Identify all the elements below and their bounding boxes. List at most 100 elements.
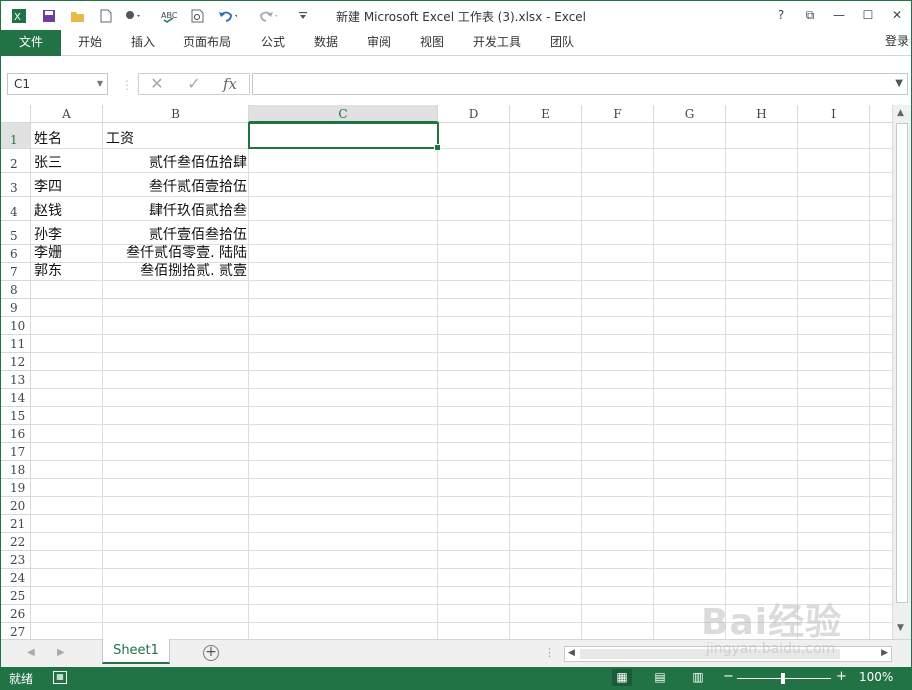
- zoom-level[interactable]: 100%: [859, 670, 893, 684]
- macro-record-icon[interactable]: ▦: [53, 671, 67, 684]
- cell-b7[interactable]: 叁佰捌拾贰. 贰壹: [103, 263, 247, 279]
- row-header-11[interactable]: 11: [1, 335, 31, 353]
- sheet-tab-sheet1[interactable]: Sheet1: [102, 639, 170, 664]
- row-header-27[interactable]: 27: [1, 623, 31, 639]
- row-header-20[interactable]: 20: [1, 497, 31, 515]
- row-header-5[interactable]: 5: [1, 221, 31, 245]
- tab-page-layout[interactable]: 页面布局: [183, 30, 231, 56]
- tab-view[interactable]: 视图: [420, 30, 444, 56]
- help-button[interactable]: ?: [772, 6, 790, 24]
- row-header-18[interactable]: 18: [1, 461, 31, 479]
- chevron-down-icon[interactable]: ▼: [97, 74, 103, 94]
- column-header-i[interactable]: I: [798, 105, 870, 123]
- row-header-7[interactable]: 7: [1, 263, 31, 281]
- row-header-13[interactable]: 13: [1, 371, 31, 389]
- cancel-icon[interactable]: ✕: [142, 73, 172, 95]
- tab-review[interactable]: 审阅: [367, 30, 391, 56]
- row-header-15[interactable]: 15: [1, 407, 31, 425]
- enter-icon[interactable]: ✓: [179, 73, 209, 95]
- scroll-right-icon[interactable]: ▶: [881, 648, 888, 658]
- row-header-1[interactable]: 1: [1, 123, 31, 149]
- column-header-d[interactable]: D: [438, 105, 510, 123]
- new-icon[interactable]: [96, 6, 116, 26]
- add-sheet-button[interactable]: +: [203, 645, 219, 661]
- row-header-8[interactable]: 8: [1, 281, 31, 299]
- cell-a7[interactable]: 郭东: [34, 263, 62, 279]
- column-header-h[interactable]: H: [726, 105, 798, 123]
- row-header-21[interactable]: 21: [1, 515, 31, 533]
- cell-a2[interactable]: 张三: [34, 155, 62, 171]
- cell-b2[interactable]: 贰仟叁佰伍拾肆: [103, 155, 247, 171]
- tab-team[interactable]: 团队: [550, 30, 574, 56]
- tab-developer[interactable]: 开发工具: [473, 30, 521, 56]
- sheet-prev-icon[interactable]: ◀: [27, 647, 35, 658]
- row-header-12[interactable]: 12: [1, 353, 31, 371]
- row-header-3[interactable]: 3: [1, 173, 31, 197]
- page-break-preview-icon[interactable]: ▥: [688, 669, 708, 686]
- sign-in-link[interactable]: 登录: [885, 32, 909, 49]
- scroll-down-icon[interactable]: ▼: [897, 623, 904, 633]
- zoom-slider-thumb[interactable]: [781, 673, 785, 684]
- row-header-22[interactable]: 22: [1, 533, 31, 551]
- zoom-in-button[interactable]: +: [836, 669, 847, 684]
- row-header-17[interactable]: 17: [1, 443, 31, 461]
- cell-a1[interactable]: 姓名: [34, 131, 62, 147]
- row-header-23[interactable]: 23: [1, 551, 31, 569]
- row-header-26[interactable]: 26: [1, 605, 31, 623]
- print-preview-icon[interactable]: [188, 6, 208, 26]
- save-icon[interactable]: [39, 6, 59, 26]
- formula-input[interactable]: ▼: [252, 73, 908, 95]
- zoom-out-button[interactable]: −: [723, 669, 734, 684]
- tab-file[interactable]: 文件: [1, 30, 61, 56]
- spelling-icon[interactable]: ABC: [159, 6, 179, 26]
- vertical-scroll-thumb[interactable]: [896, 123, 908, 603]
- sheet-next-icon[interactable]: ▶: [57, 647, 65, 658]
- row-header-14[interactable]: 14: [1, 389, 31, 407]
- column-header-b[interactable]: B: [103, 105, 249, 123]
- row-header-10[interactable]: 10: [1, 317, 31, 335]
- cell-b1[interactable]: 工资: [106, 131, 250, 147]
- minimize-button[interactable]: —: [830, 6, 848, 24]
- row-header-19[interactable]: 19: [1, 479, 31, 497]
- cell-b3[interactable]: 叁仟贰佰壹拾伍: [103, 179, 247, 195]
- column-header-c[interactable]: C: [249, 105, 438, 123]
- cell-a5[interactable]: 孙李: [34, 227, 62, 243]
- cell-b5[interactable]: 贰仟壹佰叁拾伍: [103, 227, 247, 243]
- cell-a6[interactable]: 李姗: [34, 245, 62, 261]
- worksheet-grid[interactable]: A B C D E F G H I 1 2 3 4 5 6 7 8 9 10 1…: [1, 105, 892, 639]
- vertical-scrollbar[interactable]: ▲ ▼: [892, 105, 911, 639]
- row-header-2[interactable]: 2: [1, 149, 31, 173]
- tab-formulas[interactable]: 公式: [261, 30, 285, 56]
- page-layout-view-icon[interactable]: ▤: [650, 669, 670, 686]
- close-button[interactable]: ✕: [888, 6, 906, 24]
- cell-b4[interactable]: 肆仟玖佰贰拾叁: [103, 203, 247, 219]
- scroll-up-icon[interactable]: ▲: [897, 108, 904, 118]
- open-icon[interactable]: [68, 6, 88, 26]
- column-header-f[interactable]: F: [582, 105, 654, 123]
- row-header-16[interactable]: 16: [1, 425, 31, 443]
- column-header-a[interactable]: A: [31, 105, 103, 123]
- scroll-left-icon[interactable]: ◀: [568, 648, 575, 658]
- row-header-9[interactable]: 9: [1, 299, 31, 317]
- active-cell-c1[interactable]: [248, 122, 441, 151]
- row-header-25[interactable]: 25: [1, 587, 31, 605]
- column-header-g[interactable]: G: [654, 105, 726, 123]
- row-header-4[interactable]: 4: [1, 197, 31, 221]
- cell-b6[interactable]: 叁仟贰佰零壹. 陆陆: [103, 245, 247, 261]
- row-header-24[interactable]: 24: [1, 569, 31, 587]
- tab-data[interactable]: 数据: [314, 30, 338, 56]
- insert-function-button[interactable]: fx: [215, 73, 245, 95]
- ribbon-display-options-button[interactable]: ⧉: [801, 6, 819, 24]
- touch-mode-icon[interactable]: [123, 6, 143, 26]
- undo-icon[interactable]: [217, 6, 237, 26]
- cell-a3[interactable]: 李四: [34, 179, 62, 195]
- name-box[interactable]: C1 ▼: [7, 73, 108, 95]
- cell-a4[interactable]: 赵钱: [34, 203, 62, 219]
- column-header-e[interactable]: E: [510, 105, 582, 123]
- expand-formula-bar-icon[interactable]: ▼: [895, 78, 903, 89]
- row-header-6[interactable]: 6: [1, 245, 31, 263]
- tab-split-handle[interactable]: ⋮: [544, 646, 555, 659]
- customize-icon[interactable]: [293, 6, 313, 26]
- normal-view-icon[interactable]: ▦: [612, 669, 632, 686]
- tab-insert[interactable]: 插入: [131, 30, 155, 56]
